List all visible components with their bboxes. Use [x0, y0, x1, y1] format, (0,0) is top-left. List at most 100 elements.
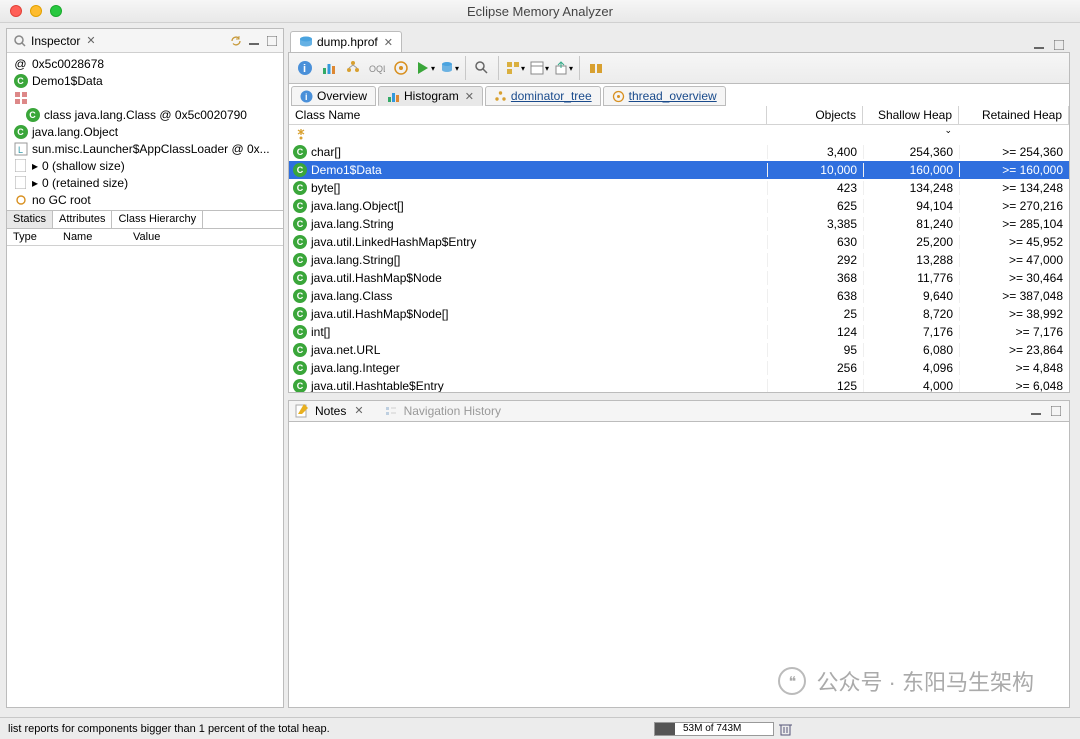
run-icon[interactable]: ▾	[415, 58, 435, 78]
tab-thread-overview[interactable]: thread_overview	[603, 86, 726, 106]
file-tab-label: dump.hprof	[317, 35, 378, 49]
col-class-name[interactable]: Class Name	[289, 106, 767, 124]
tree-row[interactable]: ▸ 0 (shallow size)	[11, 157, 279, 174]
dominator-icon[interactable]	[343, 58, 363, 78]
attr-header: Type Name Value	[7, 229, 283, 246]
histogram-icon[interactable]	[319, 58, 339, 78]
table-row[interactable]: CDemo1$Data10,000160,000>= 160,000	[289, 161, 1069, 179]
app-title: Eclipse Memory Analyzer	[0, 4, 1080, 19]
maximize-icon[interactable]	[1052, 38, 1066, 52]
col-shallow-heap[interactable]: Shallow Heap ⌄	[863, 106, 959, 124]
table-header: Class Name Objects Shallow Heap ⌄ Retain…	[289, 106, 1069, 125]
col-type[interactable]: Type	[7, 229, 57, 245]
edit-icon	[295, 404, 309, 418]
table-row[interactable]: Cjava.lang.Object[]62594,104>= 270,216	[289, 197, 1069, 215]
inspector-tab-label: Inspector	[31, 34, 80, 48]
svg-text:i: i	[303, 63, 306, 75]
heap-icon	[299, 35, 313, 49]
query-icon[interactable]: ▾	[439, 58, 459, 78]
size-icon	[13, 175, 28, 190]
tree-row[interactable]: @0x5c0028678	[11, 55, 279, 72]
size-icon	[13, 158, 28, 173]
minimize-icon[interactable]	[1032, 38, 1046, 52]
sync-icon[interactable]	[229, 34, 243, 48]
notes-label[interactable]: Notes	[315, 404, 346, 418]
close-icon[interactable]: ✕	[354, 404, 363, 417]
class-icon: C	[13, 124, 28, 139]
trash-icon[interactable]	[778, 722, 792, 736]
nav-history-icon	[384, 404, 398, 418]
table-row[interactable]: Cjava.util.HashMap$Node[]258,720>= 38,99…	[289, 305, 1069, 323]
nav-history-label[interactable]: Navigation History	[404, 404, 501, 418]
info-icon[interactable]: i	[295, 58, 315, 78]
grid-icon	[13, 90, 28, 105]
gc-icon	[13, 192, 28, 207]
threads-icon[interactable]	[391, 58, 411, 78]
tree-row[interactable]	[11, 89, 279, 106]
table-row[interactable]: Cjava.lang.Integer2564,096>= 4,848	[289, 359, 1069, 377]
class-icon: L	[13, 141, 28, 156]
tree-row[interactable]: Cjava.lang.Object	[11, 123, 279, 140]
inspector-subtabs: Statics Attributes Class Hierarchy	[7, 210, 283, 229]
tree-row[interactable]: no GC root	[11, 191, 279, 208]
editor-tabs: dump.hprof ✕	[288, 28, 1070, 52]
regex-row[interactable]	[289, 125, 1069, 143]
inspector-tree: @0x5c0028678 CDemo1$Data Cclass java.lan…	[7, 53, 283, 210]
subtab-statics[interactable]: Statics	[7, 211, 53, 228]
table-row[interactable]: Cjava.lang.String3,38581,240>= 285,104	[289, 215, 1069, 233]
tab-dominator-tree[interactable]: dominator_tree	[485, 86, 601, 106]
table-row[interactable]: Cint[]1247,176>= 7,176	[289, 323, 1069, 341]
oql-icon[interactable]: OQL	[367, 58, 387, 78]
svg-text:i: i	[305, 92, 308, 102]
status-bar: list reports for components bigger than …	[0, 717, 1080, 739]
inspector-icon	[13, 34, 27, 48]
toolbar: i OQL ▾ ▾ ▾ ▾ ▾	[288, 52, 1070, 84]
table-row[interactable]: Cjava.util.HashMap$Node36811,776>= 30,46…	[289, 269, 1069, 287]
table-row[interactable]: Cjava.util.Hashtable$Entry1254,000>= 6,0…	[289, 377, 1069, 393]
table-row[interactable]: Cchar[]3,400254,360>= 254,360	[289, 143, 1069, 161]
file-tab[interactable]: dump.hprof ✕	[290, 31, 402, 52]
col-objects[interactable]: Objects	[767, 106, 863, 124]
col-name[interactable]: Name	[57, 229, 127, 245]
calc-icon[interactable]: ▾	[529, 58, 549, 78]
maximize-icon[interactable]	[265, 34, 279, 48]
close-icon[interactable]: ✕	[465, 90, 474, 103]
table-row[interactable]: Cjava.lang.Class6389,640>= 387,048	[289, 287, 1069, 305]
table-row[interactable]: Cbyte[]423134,248>= 134,248	[289, 179, 1069, 197]
table-row[interactable]: Cjava.util.LinkedHashMap$Entry63025,200>…	[289, 233, 1069, 251]
notes-panel-header: Notes ✕ Navigation History	[288, 400, 1070, 422]
titlebar: Eclipse Memory Analyzer	[0, 0, 1080, 23]
subtab-attributes[interactable]: Attributes	[53, 211, 112, 228]
table-row[interactable]: Cjava.lang.String[]29213,288>= 47,000	[289, 251, 1069, 269]
close-icon[interactable]: ✕	[384, 36, 393, 49]
status-message: list reports for components bigger than …	[8, 723, 330, 735]
inspector-tab[interactable]: Inspector ✕	[7, 29, 102, 52]
inner-tabs: i Overview Histogram ✕ dominator_tree th…	[288, 84, 1070, 106]
at-icon: @	[13, 56, 28, 71]
minimize-icon[interactable]	[1029, 404, 1043, 418]
col-value[interactable]: Value	[127, 229, 166, 245]
tree-row[interactable]: Cclass java.lang.Class @ 0x5c0020790	[11, 106, 279, 123]
tree-row[interactable]: ▸ 0 (retained size)	[11, 174, 279, 191]
minimize-icon[interactable]	[247, 34, 261, 48]
svg-text:OQL: OQL	[369, 64, 385, 74]
tree-row[interactable]: Lsun.misc.Launcher$AppClassLoader @ 0x..…	[11, 140, 279, 157]
tab-histogram[interactable]: Histogram ✕	[378, 86, 483, 106]
notes-body[interactable]	[288, 422, 1070, 709]
class-icon: C	[25, 107, 40, 122]
heap-indicator[interactable]: 53M of 743M	[654, 722, 792, 736]
export-icon[interactable]: ▾	[553, 58, 573, 78]
tree-row[interactable]: CDemo1$Data	[11, 72, 279, 89]
class-icon: C	[13, 73, 28, 88]
maximize-icon[interactable]	[1049, 404, 1063, 418]
search-icon[interactable]	[472, 58, 492, 78]
close-icon[interactable]: ✕	[86, 34, 95, 47]
group-icon[interactable]: ▾	[505, 58, 525, 78]
svg-text:L: L	[18, 145, 23, 155]
table-row[interactable]: Cjava.net.URL956,080>= 23,864	[289, 341, 1069, 359]
tab-overview[interactable]: i Overview	[291, 86, 376, 106]
compare-icon[interactable]	[586, 58, 606, 78]
subtab-class-hierarchy[interactable]: Class Hierarchy	[112, 211, 203, 228]
histogram-table: Class Name Objects Shallow Heap ⌄ Retain…	[288, 106, 1070, 393]
col-retained-heap[interactable]: Retained Heap	[959, 106, 1069, 124]
